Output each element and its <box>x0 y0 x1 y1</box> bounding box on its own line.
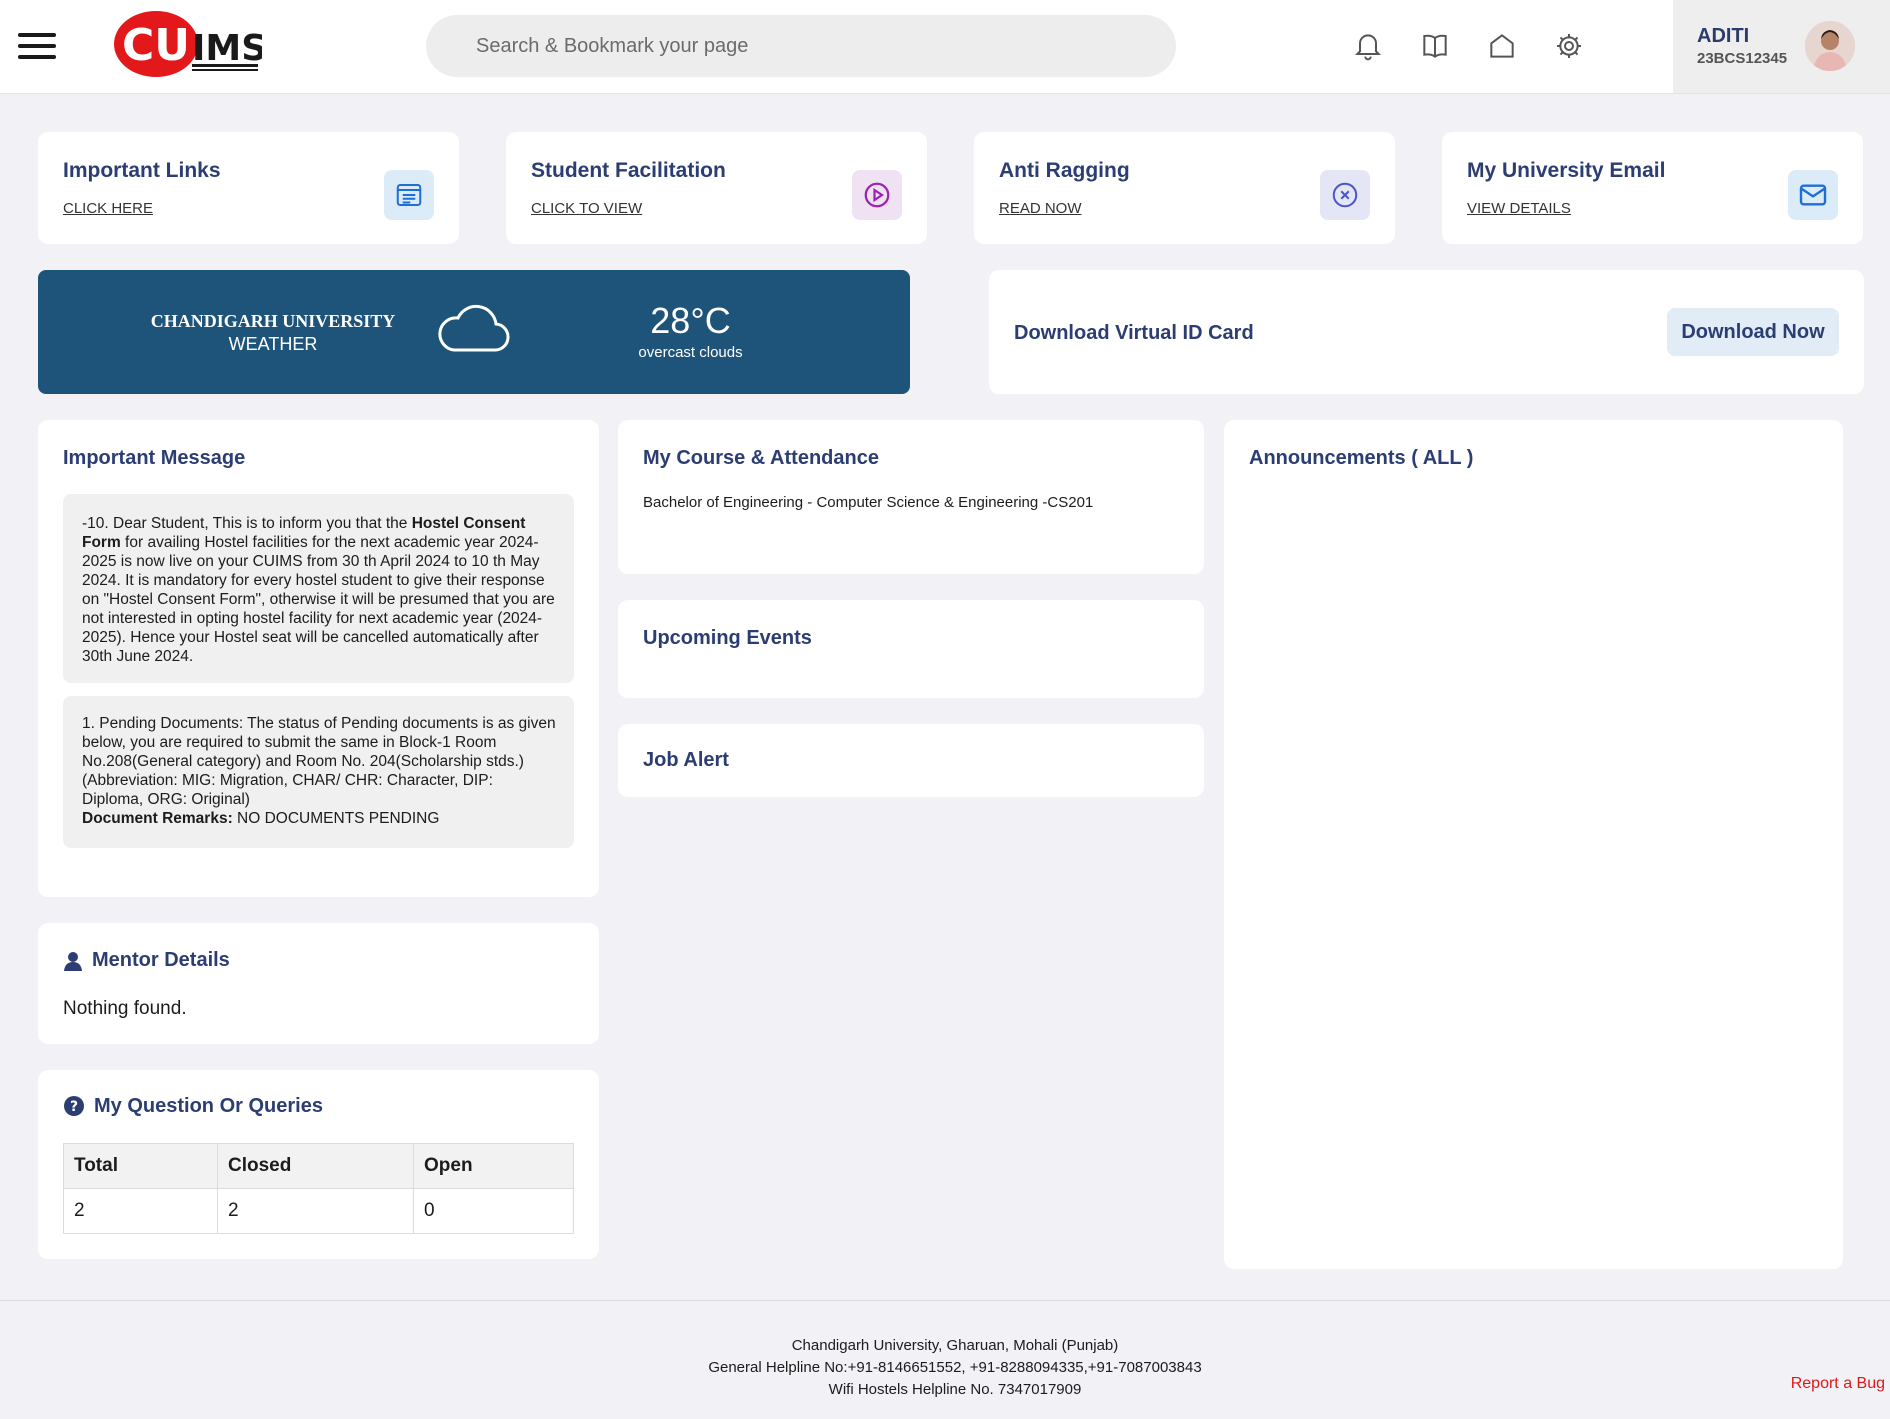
user-profile[interactable]: ADITI 23BCS12345 <box>1673 0 1890 93</box>
card-title: Anti Ragging <box>999 159 1130 182</box>
university-email-card[interactable]: My University Email VIEW DETAILS <box>1442 132 1863 244</box>
student-facilitation-link[interactable]: CLICK TO VIEW <box>531 200 642 217</box>
document-remarks-value: NO DOCUMENTS PENDING <box>232 810 440 827</box>
user-id: 23BCS12345 <box>1697 50 1788 67</box>
important-links-card[interactable]: Important Links CLICK HERE <box>38 132 459 244</box>
hamburger-menu-icon[interactable] <box>18 33 56 59</box>
card-title: My University Email <box>1467 159 1666 182</box>
question-circle-icon: ? <box>63 1095 85 1122</box>
download-now-button[interactable]: Download Now <box>1667 308 1839 356</box>
weather-widget: CHANDIGARH UNIVERSITY WEATHER 28°C overc… <box>38 270 910 394</box>
svg-text:?: ? <box>70 1099 78 1115</box>
bell-icon[interactable] <box>1352 30 1384 62</box>
weather-temperature: 28°C <box>650 300 731 341</box>
important-message-panel: Important Message -10. Dear Student, Thi… <box>38 420 599 897</box>
anti-ragging-card[interactable]: Anti Ragging READ NOW <box>974 132 1395 244</box>
queries-table: Total Closed Open 2 2 0 <box>63 1143 574 1234</box>
cuims-logo[interactable]: CU IMS <box>112 10 267 78</box>
mentor-empty-text: Nothing found. <box>63 998 187 1019</box>
job-alert-panel: Job Alert <box>618 724 1204 797</box>
browser-window-icon[interactable] <box>384 170 434 220</box>
footer: Chandigarh University, Gharuan, Mohali (… <box>0 1300 1890 1419</box>
notice-text: -10. Dear Student, This is to inform you… <box>82 515 412 532</box>
header-total: Total <box>63 1143 218 1189</box>
id-card-title: Download Virtual ID Card <box>1014 322 1254 344</box>
document-remarks-label: Document Remarks: <box>82 810 233 827</box>
upcoming-events-panel: Upcoming Events <box>618 600 1204 698</box>
course-title: My Course & Attendance <box>643 447 879 469</box>
table-row: 2 2 0 <box>63 1188 574 1234</box>
table-header-row: Total Closed Open <box>63 1143 574 1189</box>
mail-icon[interactable] <box>1788 170 1838 220</box>
weather-title-line2: WEATHER <box>228 334 318 354</box>
report-bug-link[interactable]: Report a Bug <box>1791 1375 1885 1393</box>
footer-address: Chandigarh University, Gharuan, Mohali (… <box>791 1337 1119 1354</box>
mentor-details-panel: Mentor Details Nothing found. <box>38 923 599 1044</box>
weather-title-line1: CHANDIGARH UNIVERSITY <box>150 311 396 331</box>
user-icon <box>63 951 83 976</box>
student-facilitation-card[interactable]: Student Facilitation CLICK TO VIEW <box>506 132 927 244</box>
queries-title: My Question Or Queries <box>94 1095 323 1117</box>
header-closed: Closed <box>217 1143 414 1189</box>
user-name: ADITI <box>1697 25 1750 47</box>
job-alert-title: Job Alert <box>643 749 729 771</box>
mentor-details-title: Mentor Details <box>92 949 230 971</box>
pending-documents-notice: 1. Pending Documents: The status of Pend… <box>63 696 574 848</box>
important-message-title: Important Message <box>63 447 246 469</box>
footer-wifi-helpline: Wifi Hostels Helpline No. 7347017909 <box>828 1381 1082 1398</box>
course-attendance-panel[interactable]: My Course & Attendance Bachelor of Engin… <box>618 420 1204 574</box>
weather-description: overcast clouds <box>638 344 743 361</box>
cloud-icon <box>436 300 510 356</box>
footer-helpline: General Helpline No:+91-8146651552, +91-… <box>708 1359 1202 1376</box>
card-title: Student Facilitation <box>531 159 726 182</box>
notice-text: 1. Pending Documents: The status of Pend… <box>82 715 556 808</box>
card-title: Important Links <box>63 159 221 182</box>
svg-text:IMS: IMS <box>192 28 262 69</box>
virtual-id-card-panel: Download Virtual ID Card Download Now <box>989 270 1864 394</box>
university-email-link[interactable]: VIEW DETAILS <box>1467 200 1571 217</box>
anti-ragging-link[interactable]: READ NOW <box>999 200 1082 217</box>
top-bar: CU IMS ADITI 23BCS12345 <box>0 0 1890 94</box>
play-circle-icon[interactable] <box>852 170 902 220</box>
search-input[interactable] <box>426 15 1176 77</box>
gear-icon[interactable] <box>1553 30 1585 62</box>
total-count: 2 <box>63 1188 218 1234</box>
notice-text: for availing Hostel facilities for the n… <box>82 534 555 665</box>
hostel-consent-notice: -10. Dear Student, This is to inform you… <box>63 494 574 683</box>
home-icon[interactable] <box>1486 30 1518 62</box>
course-name[interactable]: Bachelor of Engineering - Computer Scien… <box>643 494 1093 511</box>
announcements-title: Announcements ( ALL ) <box>1249 447 1474 469</box>
upcoming-events-title: Upcoming Events <box>643 627 812 649</box>
announcements-panel: Announcements ( ALL ) <box>1224 420 1843 1269</box>
book-icon[interactable] <box>1419 30 1451 62</box>
closed-count: 2 <box>217 1188 414 1234</box>
close-circle-icon[interactable] <box>1320 170 1370 220</box>
queries-panel: ? My Question Or Queries Total Closed Op… <box>38 1070 599 1259</box>
important-links-link[interactable]: CLICK HERE <box>63 200 153 217</box>
weather-title: CHANDIGARH UNIVERSITY WEATHER <box>88 310 458 356</box>
svg-text:CU: CU <box>122 20 190 71</box>
header-open: Open <box>413 1143 574 1189</box>
open-count: 0 <box>413 1188 574 1234</box>
avatar[interactable] <box>1805 21 1855 71</box>
